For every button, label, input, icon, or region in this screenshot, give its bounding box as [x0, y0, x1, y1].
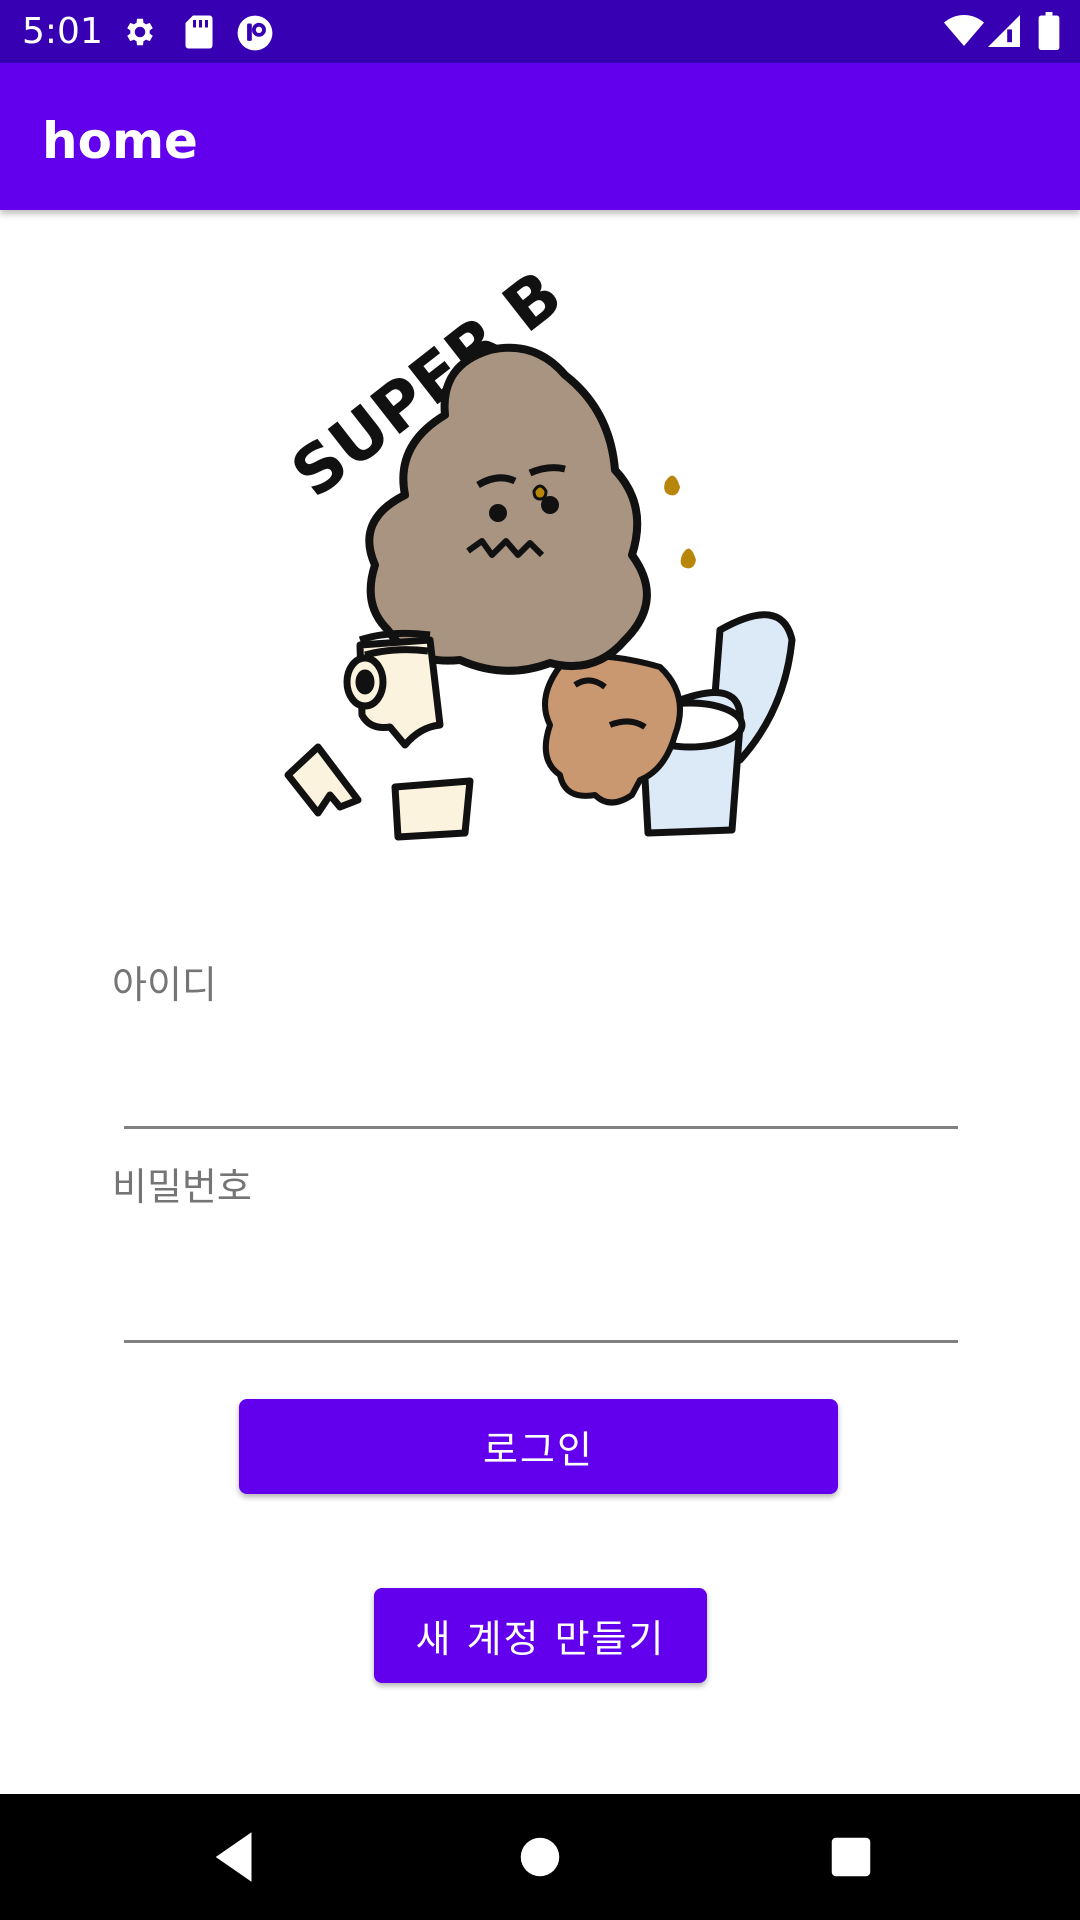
paper-scrap — [391, 777, 474, 841]
wifi-icon — [944, 14, 984, 52]
page-title: home — [42, 112, 198, 170]
status-time: 5:01 — [22, 11, 103, 52]
battery-icon — [1038, 12, 1060, 54]
app-notification-icon — [236, 14, 274, 56]
mascot-illustration: SUPER B — [270, 255, 840, 855]
create-account-button[interactable]: 새 계정 만들기 — [374, 1588, 707, 1683]
id-input[interactable] — [124, 1066, 958, 1129]
id-label: 아이디 — [112, 963, 217, 1007]
gear-icon — [122, 14, 158, 54]
login-button[interactable]: 로그인 — [239, 1399, 838, 1494]
status-bar: 5:01 — [0, 0, 1080, 63]
password-input[interactable] — [124, 1280, 958, 1343]
navigation-bar — [0, 1794, 1080, 1920]
back-icon[interactable] — [202, 1824, 268, 1890]
recents-icon[interactable] — [818, 1824, 884, 1890]
toilet-paper — [343, 629, 444, 749]
sd-card-icon — [183, 14, 215, 54]
app-bar: home — [0, 63, 1080, 210]
home-icon[interactable] — [507, 1824, 573, 1890]
paper-scrap — [284, 743, 362, 817]
password-label: 비밀번호 — [112, 1165, 252, 1209]
cell-signal-icon — [988, 14, 1020, 52]
